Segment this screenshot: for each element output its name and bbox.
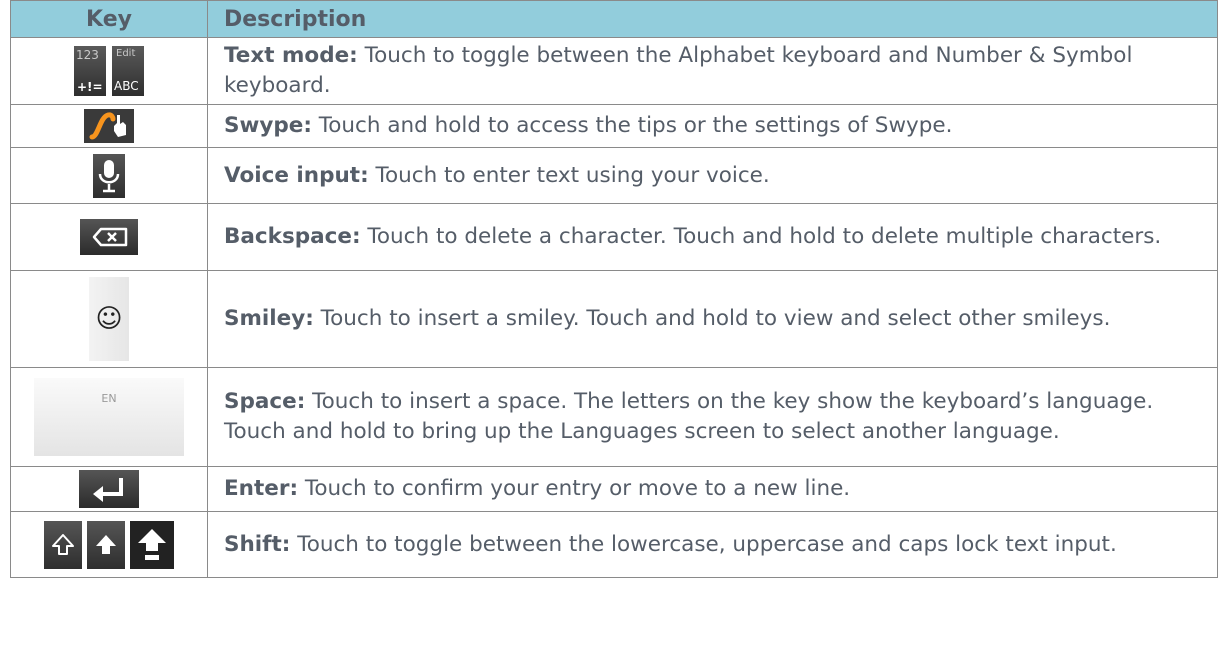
term-label: Text mode:	[224, 43, 358, 68]
swype-icon	[84, 109, 134, 143]
term-label: Smiley:	[224, 306, 314, 331]
enter-icon	[79, 470, 139, 508]
term-label: Enter:	[224, 476, 299, 501]
key-cell: ☺	[10, 270, 208, 368]
shift-lowercase-icon	[44, 520, 82, 569]
table-row: Shift: Touch to toggle between the lower…	[10, 511, 1218, 578]
description-text: Touch and hold to access the tips or the…	[311, 113, 953, 138]
table-row: Swype: Touch and hold to access the tips…	[10, 104, 1218, 148]
term-label: Space:	[224, 389, 306, 414]
keys-table: Key Description 123 +!= Edit ABC Text mo…	[10, 0, 1218, 578]
description-cell: Shift: Touch to toggle between the lower…	[207, 511, 1218, 578]
description-text: Touch to delete a character. Touch and h…	[360, 224, 1162, 249]
term-label: Shift:	[224, 531, 291, 557]
language-label: EN	[101, 392, 117, 405]
table-row: Voice input: Touch to enter text using y…	[10, 147, 1218, 204]
caps-lock-icon	[130, 520, 174, 569]
key-label: ABC	[114, 79, 139, 93]
table-row: EN Space: Touch to insert a space. The l…	[10, 367, 1218, 467]
microphone-icon	[93, 153, 125, 198]
smiley-key-icon: ☺	[89, 277, 129, 361]
key-cell	[10, 466, 208, 512]
key-label: +!=	[77, 80, 103, 94]
table-header-row: Key Description	[10, 0, 1218, 38]
alphabet-key-icon: Edit ABC	[112, 46, 144, 96]
key-column-header: Key	[10, 0, 208, 38]
term-label: Backspace:	[224, 224, 361, 249]
description-text: Touch to toggle between the lowercase, u…	[290, 531, 1117, 557]
smiley-icon: ☺	[95, 304, 123, 334]
description-cell: Swype: Touch and hold to access the tips…	[207, 104, 1218, 148]
key-cell	[10, 104, 208, 148]
term-label: Swype:	[224, 113, 312, 138]
description-cell: Enter: Touch to confirm your entry or mo…	[207, 466, 1218, 512]
backspace-icon	[80, 219, 138, 255]
term-label: Voice input:	[224, 162, 369, 188]
description-text: Touch to insert a smiley. Touch and hold…	[313, 306, 1111, 331]
description-cell: Backspace: Touch to delete a character. …	[207, 203, 1218, 271]
shift-uppercase-icon	[87, 520, 125, 569]
key-label: Edit	[116, 48, 136, 59]
description-text: Touch to enter text using your voice.	[368, 162, 770, 188]
table-row: ☺ Smiley: Touch to insert a smiley. Touc…	[10, 270, 1218, 368]
description-cell: Voice input: Touch to enter text using y…	[207, 147, 1218, 204]
key-cell: 123 +!= Edit ABC	[10, 37, 208, 105]
number-symbol-key-icon: 123 +!=	[74, 46, 106, 96]
key-cell	[10, 147, 208, 204]
table-row: 123 +!= Edit ABC Text mode: Touch to tog…	[10, 37, 1218, 105]
description-text: Touch to toggle between the Alphabet key…	[224, 43, 1133, 98]
description-text: Touch to insert a space. The letters on …	[224, 389, 1154, 444]
description-column-header: Description	[207, 0, 1218, 38]
space-key-icon: EN	[34, 378, 184, 456]
description-cell: Text mode: Touch to toggle between the A…	[207, 37, 1218, 105]
table-row: Backspace: Touch to delete a character. …	[10, 203, 1218, 271]
description-cell: Smiley: Touch to insert a smiley. Touch …	[207, 270, 1218, 368]
description-text: Touch to confirm your entry or move to a…	[298, 476, 851, 501]
key-cell	[10, 203, 208, 271]
description-cell: Space: Touch to insert a space. The lett…	[207, 367, 1218, 467]
key-cell: EN	[10, 367, 208, 467]
table-row: Enter: Touch to confirm your entry or mo…	[10, 466, 1218, 512]
key-cell	[10, 511, 208, 578]
key-label: 123	[76, 48, 99, 62]
